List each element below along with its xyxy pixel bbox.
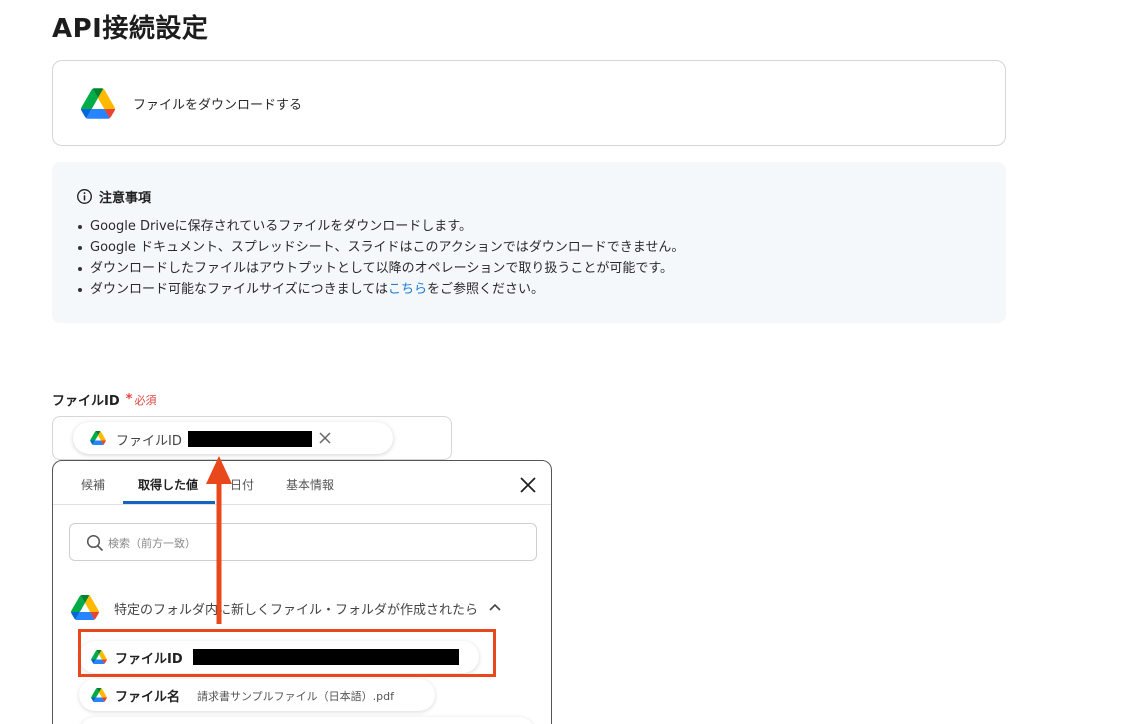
- output-item-file-name[interactable]: ファイル名 請求書サンプルファイル（日本語）.pdf: [79, 679, 435, 711]
- notice-item: Google Driveに保存されているファイルをダウンロードします。: [77, 216, 684, 237]
- notice-item: ダウンロード可能なファイルサイズにつきましてはこちらをご参照ください。: [77, 279, 684, 300]
- notice-text: ダウンロード可能なファイルサイズにつきましては: [90, 282, 388, 297]
- output-key: ファイル名: [115, 690, 181, 705]
- required-text: 必須: [134, 393, 157, 407]
- google-drive-icon: [90, 431, 106, 445]
- action-label: ファイルをダウンロードする: [133, 98, 303, 113]
- info-icon: [77, 189, 92, 204]
- output-item[interactable]: [79, 717, 535, 724]
- search-input[interactable]: 検索（前方一致）: [69, 523, 537, 561]
- notice-text: をご参照ください。: [426, 282, 544, 297]
- notice-item: Google ドキュメント、スプレッドシート、スライドはこのアクションではダウン…: [77, 237, 684, 258]
- close-icon[interactable]: [318, 431, 332, 445]
- active-tab-indicator: [123, 501, 215, 504]
- google-drive-icon: [91, 688, 107, 702]
- notice-list: Google Driveに保存されているファイルをダウンロードします。 Goog…: [77, 216, 684, 300]
- file-id-label: ファイルID * 必須: [52, 390, 156, 409]
- filesize-help-link[interactable]: こちら: [388, 282, 427, 297]
- search-icon: [86, 534, 104, 552]
- search-placeholder: 検索（前方一致）: [108, 537, 196, 550]
- arrow-up-icon: [206, 456, 232, 624]
- notice-header: 注意事項: [76, 187, 151, 206]
- highlight-box: [78, 629, 496, 677]
- file-id-chip[interactable]: ファイルID: [73, 422, 393, 454]
- group-label: 特定のフォルダ内に新しくファイル・フォルダが作成されたら: [114, 603, 479, 618]
- tab-candidates[interactable]: 候補: [81, 476, 105, 493]
- file-id-input[interactable]: ファイルID: [52, 416, 452, 460]
- required-asterisk: *: [125, 392, 133, 407]
- value-picker-popover: 候補 取得した値 日付 基本情報 検索（前方一致） 特定のフォルダ内に新しくファ…: [52, 460, 552, 724]
- action-card[interactable]: ファイルをダウンロードする: [52, 60, 1006, 146]
- chip-label: ファイルID: [116, 434, 182, 449]
- page-title: API接続設定: [52, 14, 209, 44]
- notice-box: 注意事項 Google Driveに保存されているファイルをダウンロードします。…: [52, 162, 1006, 323]
- output-value: 請求書サンプルファイル（日本語）.pdf: [197, 690, 395, 703]
- tab-acquired-values[interactable]: 取得した値: [138, 476, 198, 493]
- notice-item: ダウンロードしたファイルはアウトプットとして以降のオペレーションで取り扱うことが…: [77, 258, 684, 279]
- redacted-value: [188, 431, 312, 447]
- tab-bar: 候補 取得した値 日付 基本情報: [53, 461, 551, 505]
- trigger-group-header[interactable]: 特定のフォルダ内に新しくファイル・フォルダが作成されたら: [71, 593, 541, 621]
- close-icon[interactable]: [519, 476, 537, 494]
- google-drive-icon: [81, 88, 115, 119]
- google-drive-icon: [71, 595, 99, 620]
- notice-title: 注意事項: [99, 191, 152, 206]
- tab-basic-info[interactable]: 基本情報: [286, 476, 334, 493]
- field-label-text: ファイルID: [52, 394, 120, 409]
- chevron-up-icon: [489, 603, 501, 611]
